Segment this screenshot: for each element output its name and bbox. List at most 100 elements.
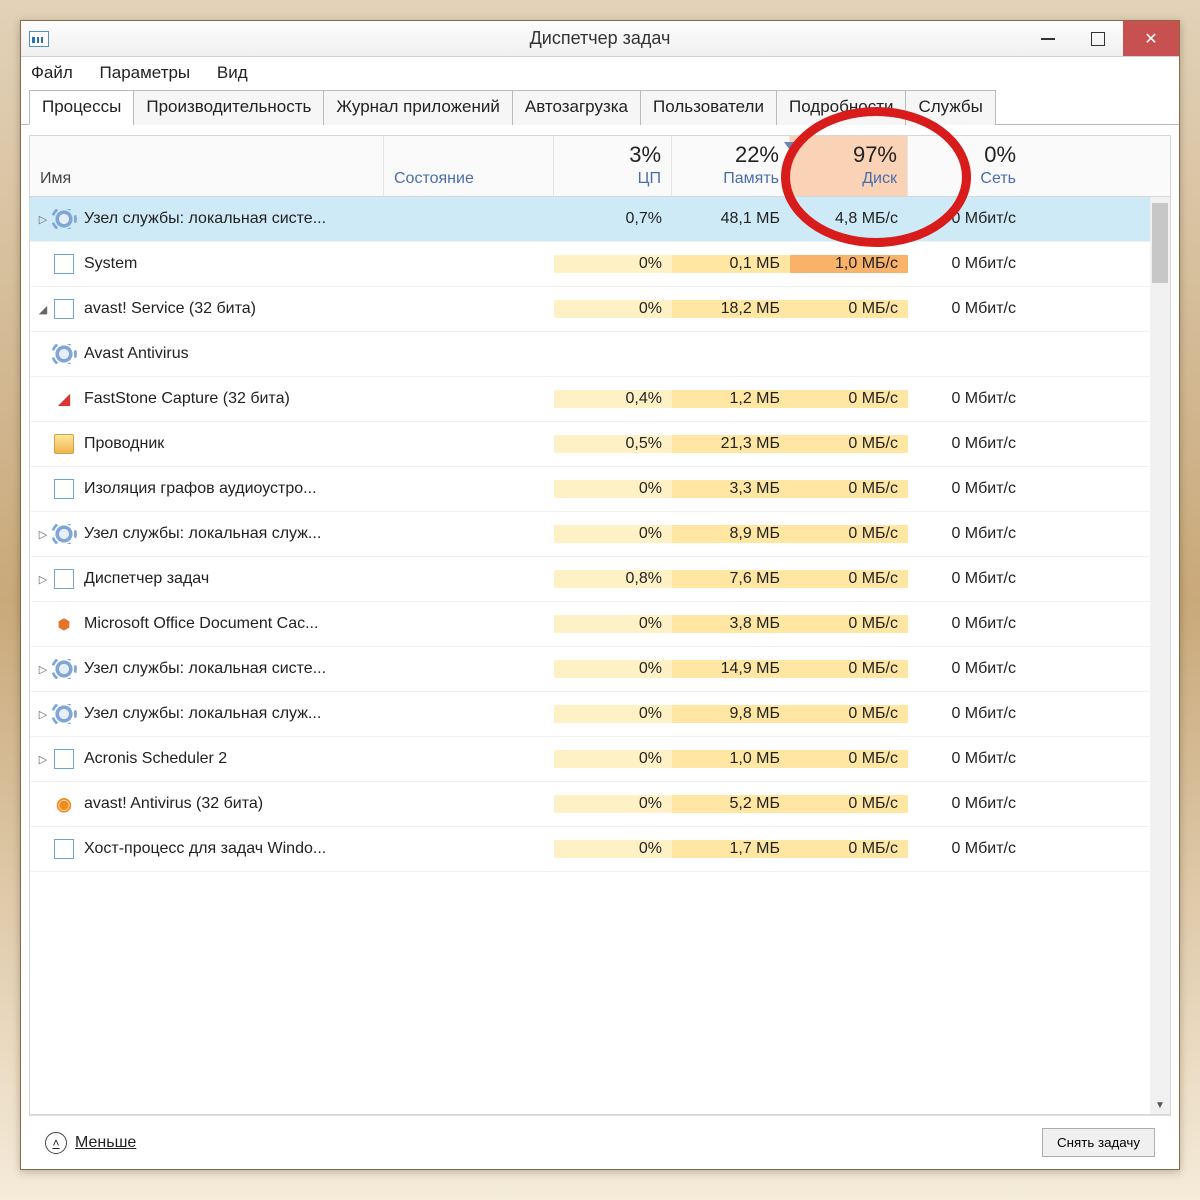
expand-icon[interactable]: ◢ — [36, 303, 50, 316]
table-row[interactable]: Microsoft Office Document Cac...0%3,8 МБ… — [30, 602, 1150, 647]
disk-cell: 0 МБ/с — [790, 660, 908, 678]
table-row[interactable]: avast! Antivirus (32 бита)0%5,2 МБ0 МБ/с… — [30, 782, 1150, 827]
tab-4[interactable]: Пользователи — [640, 90, 777, 125]
expand-icon[interactable]: ▷ — [36, 708, 50, 721]
network-cell: 0 Мбит/с — [908, 435, 1026, 453]
process-name: avast! Antivirus (32 бита) — [84, 795, 263, 813]
header-memory[interactable]: 22% Память — [672, 136, 790, 196]
disk-cell: 0 МБ/с — [790, 615, 908, 633]
memory-cell: 1,7 МБ — [672, 840, 790, 858]
scroll-down-icon[interactable]: ▼ — [1150, 1096, 1170, 1114]
disk-cell: 0 МБ/с — [790, 570, 908, 588]
disk-cell: 1,0 МБ/с — [790, 255, 908, 273]
tab-strip: ПроцессыПроизводительностьЖурнал приложе… — [21, 89, 1179, 125]
gear-icon — [54, 524, 74, 544]
expand-icon[interactable]: ▷ — [36, 528, 50, 541]
avast-icon — [54, 794, 74, 814]
header-network[interactable]: 0% Сеть — [908, 136, 1026, 196]
header-name[interactable]: Имя — [30, 136, 384, 196]
table-row[interactable]: Проводник0,5%21,3 МБ0 МБ/с0 Мбит/с — [30, 422, 1150, 467]
menu-options[interactable]: Параметры — [100, 63, 191, 82]
end-task-button[interactable]: Снять задачу — [1042, 1128, 1155, 1157]
disk-cell: 0 МБ/с — [790, 300, 908, 318]
table-row[interactable]: ▷Диспетчер задач0,8%7,6 МБ0 МБ/с0 Мбит/с — [30, 557, 1150, 602]
cpu-cell: 0% — [554, 525, 672, 543]
menu-view[interactable]: Вид — [217, 63, 248, 82]
expand-icon[interactable]: ▷ — [36, 213, 50, 226]
memory-cell: 18,2 МБ — [672, 300, 790, 318]
scrollbar-vertical[interactable]: ▲ ▼ — [1150, 197, 1170, 1114]
network-cell: 0 Мбит/с — [908, 210, 1026, 228]
scroll-thumb[interactable] — [1152, 203, 1168, 283]
tab-0[interactable]: Процессы — [29, 90, 134, 125]
cpu-cell: 0% — [554, 615, 672, 633]
network-cell: 0 Мбит/с — [908, 660, 1026, 678]
tab-5[interactable]: Подробности — [776, 90, 907, 125]
app-icon — [54, 254, 74, 274]
memory-cell: 1,2 МБ — [672, 390, 790, 408]
footer-bar: ˄ Меньше Снять задачу — [29, 1115, 1171, 1169]
tab-6[interactable]: Службы — [905, 90, 995, 125]
expand-icon[interactable]: ▷ — [36, 573, 50, 586]
menu-bar: Файл Параметры Вид — [21, 57, 1179, 89]
titlebar[interactable]: Диспетчер задач — [21, 21, 1179, 57]
cpu-cell: 0% — [554, 750, 672, 768]
disk-cell: 0 МБ/с — [790, 705, 908, 723]
table-row[interactable]: ◢avast! Service (32 бита)0%18,2 МБ0 МБ/с… — [30, 287, 1150, 332]
memory-cell: 5,2 МБ — [672, 795, 790, 813]
table-row[interactable]: Avast Antivirus — [30, 332, 1150, 377]
network-cell: 0 Мбит/с — [908, 570, 1026, 588]
folder-icon — [54, 434, 74, 454]
disk-cell: 0 МБ/с — [790, 750, 908, 768]
tm-icon — [54, 569, 74, 589]
table-row[interactable]: Хост-процесс для задач Windo...0%1,7 МБ0… — [30, 827, 1150, 872]
process-name: Изоляция графов аудиоустро... — [84, 480, 317, 498]
process-name: FastStone Capture (32 бита) — [84, 390, 290, 408]
table-row[interactable]: ▷Узел службы: локальная систе...0%14,9 М… — [30, 647, 1150, 692]
gear-icon — [54, 209, 74, 229]
tab-3[interactable]: Автозагрузка — [512, 90, 641, 125]
sort-indicator-icon — [784, 142, 794, 149]
process-name: Узел службы: локальная служ... — [84, 525, 321, 543]
memory-cell: 0,1 МБ — [672, 255, 790, 273]
table-header: Имя Состояние 3% ЦП 22% Память 97% Диск … — [29, 135, 1171, 197]
header-disk[interactable]: 97% Диск — [790, 136, 908, 196]
network-cell: 0 Мбит/с — [908, 480, 1026, 498]
fast-icon — [54, 389, 74, 409]
tab-2[interactable]: Журнал приложений — [323, 90, 513, 125]
app-icon — [54, 839, 74, 859]
disk-cell: 0 МБ/с — [790, 525, 908, 543]
table-row[interactable]: System0%0,1 МБ1,0 МБ/с0 Мбит/с — [30, 242, 1150, 287]
expand-icon[interactable]: ▷ — [36, 753, 50, 766]
network-cell: 0 Мбит/с — [908, 750, 1026, 768]
process-name: Acronis Scheduler 2 — [84, 750, 227, 768]
table-row[interactable]: Изоляция графов аудиоустро...0%3,3 МБ0 М… — [30, 467, 1150, 512]
fewer-details-link[interactable]: ˄ Меньше — [45, 1132, 136, 1154]
header-state[interactable]: Состояние — [384, 136, 554, 196]
expand-icon[interactable]: ▷ — [36, 663, 50, 676]
tab-1[interactable]: Производительность — [133, 90, 324, 125]
table-row[interactable]: ▷Узел службы: локальная систе...0,7%48,1… — [30, 197, 1150, 242]
table-row[interactable]: ▷Узел службы: локальная служ...0%9,8 МБ0… — [30, 692, 1150, 737]
memory-cell: 3,3 МБ — [672, 480, 790, 498]
process-name: Узел службы: локальная систе... — [84, 210, 326, 228]
content-area: Имя Состояние 3% ЦП 22% Память 97% Диск … — [21, 125, 1179, 1169]
window-title: Диспетчер задач — [21, 28, 1179, 49]
process-name: Узел службы: локальная систе... — [84, 660, 326, 678]
table-row[interactable]: ▷Узел службы: локальная служ...0%8,9 МБ0… — [30, 512, 1150, 557]
cpu-cell: 0% — [554, 840, 672, 858]
table-row[interactable]: FastStone Capture (32 бита)0,4%1,2 МБ0 М… — [30, 377, 1150, 422]
table-row[interactable]: ▷ Acronis Scheduler 2 0%1,0 МБ0 МБ/с0 Мбит… — [30, 737, 1150, 782]
memory-cell: 48,1 МБ — [672, 210, 790, 228]
process-name: Хост-процесс для задач Windo... — [84, 840, 326, 858]
chevron-up-icon: ˄ — [45, 1132, 67, 1154]
memory-cell: 7,6 МБ — [672, 570, 790, 588]
cpu-cell: 0,5% — [554, 435, 672, 453]
cpu-cell: 0% — [554, 660, 672, 678]
menu-file[interactable]: Файл — [31, 63, 73, 82]
memory-cell: 1,0 МБ — [672, 750, 790, 768]
network-cell: 0 Мбит/с — [908, 615, 1026, 633]
disk-cell: 0 МБ/с — [790, 435, 908, 453]
cpu-cell: 0% — [554, 795, 672, 813]
header-cpu[interactable]: 3% ЦП — [554, 136, 672, 196]
